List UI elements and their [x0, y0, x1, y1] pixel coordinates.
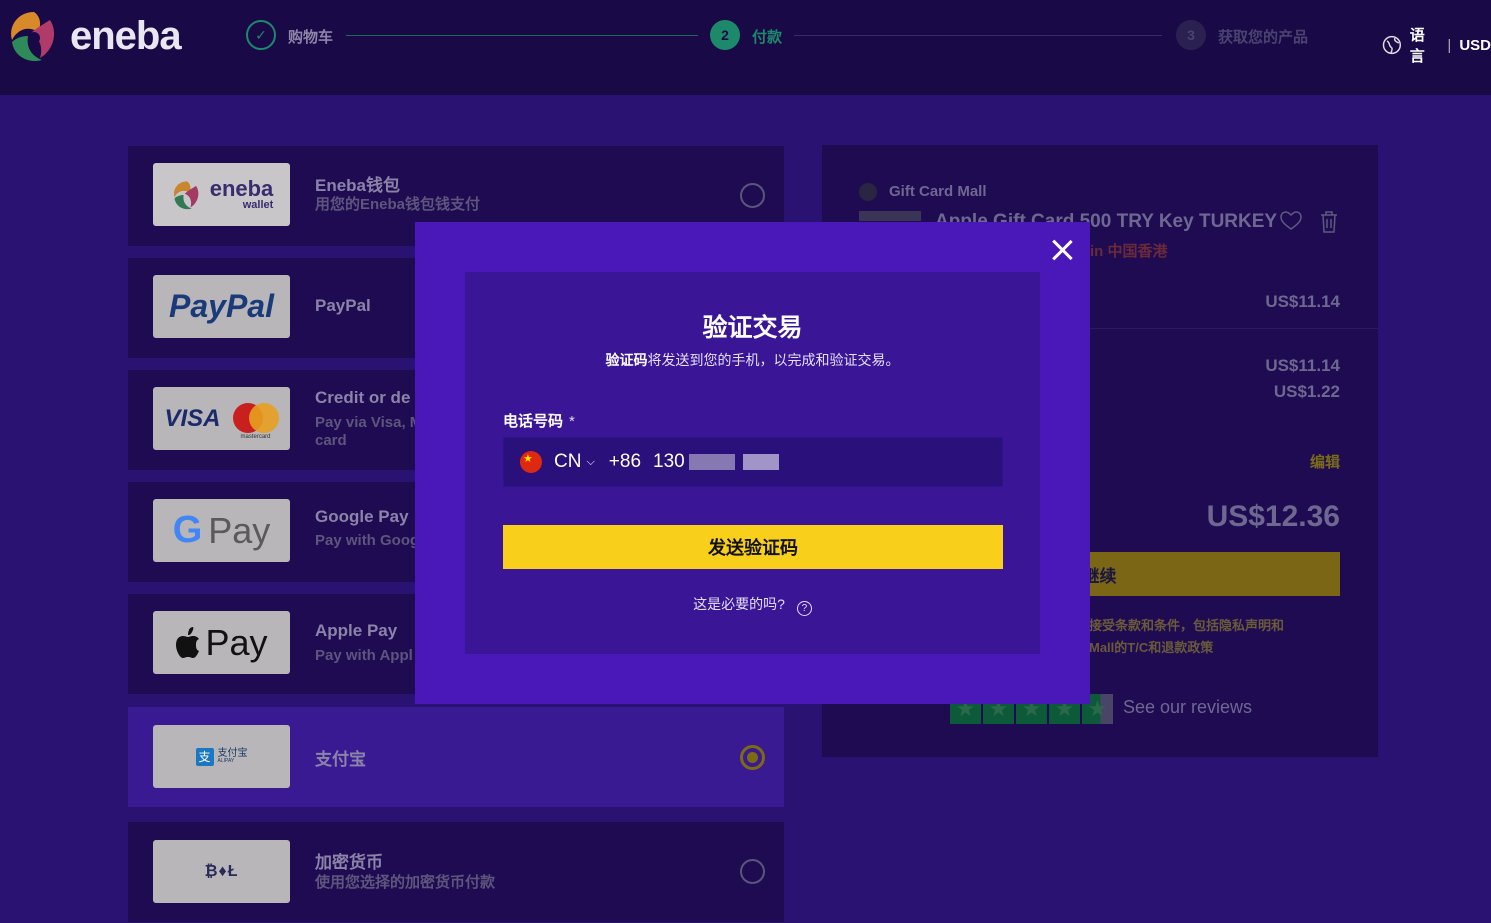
- payment-option-crypto[interactable]: ₿♦Ł 加密货币 使用您选择的加密货币付款: [128, 822, 784, 922]
- radio-alipay-selected[interactable]: [740, 745, 765, 770]
- china-flag-icon: [520, 451, 542, 473]
- payment-title: Eneba钱包: [315, 176, 401, 195]
- radio-eneba-wallet[interactable]: [740, 183, 765, 208]
- eneba-wallet-logo: eneba wallet: [153, 163, 290, 226]
- eneba-logo-icon: [4, 6, 64, 66]
- globe-icon: [1382, 35, 1402, 55]
- redacted-digits: [742, 454, 779, 470]
- edit-link[interactable]: 编辑: [1310, 451, 1340, 472]
- divider: |: [1447, 36, 1452, 54]
- step-1-label: 购物车: [288, 29, 334, 46]
- dial-code: +86: [608, 451, 642, 472]
- payment-title: Google Pay: [315, 507, 409, 526]
- step-2-number: 2: [710, 20, 740, 50]
- item-price: US$11.14: [1265, 292, 1340, 311]
- redacted-digits: [688, 454, 735, 470]
- step-2-label: 付款: [752, 29, 783, 46]
- currency-label: USD: [1459, 36, 1491, 54]
- seller-name: Gift Card Mall: [889, 183, 987, 200]
- phone-label: 电话号码 *: [503, 413, 575, 430]
- visa-mastercard-logo: VISA mastercard: [153, 387, 290, 450]
- step-divider: [346, 35, 698, 36]
- payment-subtitle: Pay via Visa, M card: [315, 414, 423, 449]
- apple-pay-logo: Pay: [153, 611, 290, 674]
- payment-option-alipay[interactable]: 支 支付宝 ALIPAY 支付宝: [128, 707, 784, 807]
- reviews-link[interactable]: See our reviews: [1123, 697, 1252, 718]
- send-code-button[interactable]: 发送验证码: [503, 525, 1003, 569]
- eneba-logo[interactable]: eneba: [4, 6, 204, 66]
- seller-avatar: [859, 183, 877, 201]
- language-label: 语言: [1409, 27, 1425, 65]
- country-code-select[interactable]: CN ⌵: [554, 451, 609, 473]
- step-3-number: 3: [1176, 20, 1206, 50]
- payment-subtitle: 用您的Eneba钱包钱支付: [315, 196, 481, 213]
- question-mark-icon: ?: [796, 601, 812, 616]
- step-1-check-icon: ✓: [246, 20, 276, 50]
- top-header: eneba ✓ 购物车 2 付款 3 获取您的产品 语言 | USD: [0, 0, 1491, 95]
- apple-icon: [176, 626, 200, 658]
- payment-title: Apple Pay: [315, 621, 398, 640]
- product-thumbnail: [859, 211, 921, 221]
- paypal-logo: PayPal: [153, 275, 290, 338]
- help-link[interactable]: 这是必要的吗??: [465, 594, 1040, 616]
- terms-line-2[interactable]: Mall的T/C和退款政策: [1089, 637, 1213, 656]
- payment-subtitle: Pay with Goog: [315, 532, 420, 549]
- payment-title: 支付宝: [315, 750, 366, 769]
- modal-content: 验证交易 验证码将发送到您的手机，以完成和验证交易。 电话号码* CN⌵ +86…: [465, 272, 1040, 654]
- close-icon[interactable]: [1051, 239, 1073, 261]
- alipay-logo: 支 支付宝 ALIPAY: [153, 725, 290, 788]
- google-pay-logo: G Pay: [153, 499, 290, 562]
- phone-number-value: 130: [653, 451, 685, 472]
- payment-subtitle: Pay with Appl: [315, 647, 413, 664]
- brand-name: eneba: [70, 13, 182, 58]
- total-price: US$12.36: [1206, 500, 1340, 533]
- terms-line-1: 接受条款和条件，包括隐私声明和: [1089, 618, 1285, 633]
- chevron-down-icon: ⌵: [586, 455, 595, 468]
- step-3-label: 获取您的产品: [1218, 29, 1309, 46]
- verify-transaction-modal: 验证交易 验证码将发送到您的手机，以完成和验证交易。 电话号码* CN⌵ +86…: [415, 222, 1090, 704]
- crypto-logo: ₿♦Ł: [153, 840, 290, 903]
- subtotal-value: US$11.14: [1265, 356, 1340, 375]
- step-divider: [794, 35, 1162, 36]
- heart-icon[interactable]: [1280, 211, 1302, 231]
- modal-description: 验证码将发送到您的手机，以完成和验证交易。: [605, 352, 900, 368]
- trash-icon[interactable]: [1320, 211, 1338, 233]
- payment-title: Credit or de: [315, 388, 411, 407]
- payment-title: 加密货币: [315, 853, 383, 872]
- language-currency-switcher[interactable]: 语言 | USD: [1382, 24, 1491, 66]
- payment-title: PayPal: [315, 296, 371, 315]
- payment-subtitle: 使用您选择的加密货币付款: [315, 874, 496, 891]
- fee-value: US$1.22: [1273, 382, 1340, 401]
- phone-input[interactable]: CN⌵ +86 130: [503, 437, 1003, 487]
- radio-crypto[interactable]: [740, 859, 765, 884]
- region-warning: in 中国香港: [1090, 243, 1168, 260]
- checkout-steps: ✓ 购物车 2 付款 3 获取您的产品: [246, 20, 1326, 52]
- modal-title: 验证交易: [702, 314, 803, 342]
